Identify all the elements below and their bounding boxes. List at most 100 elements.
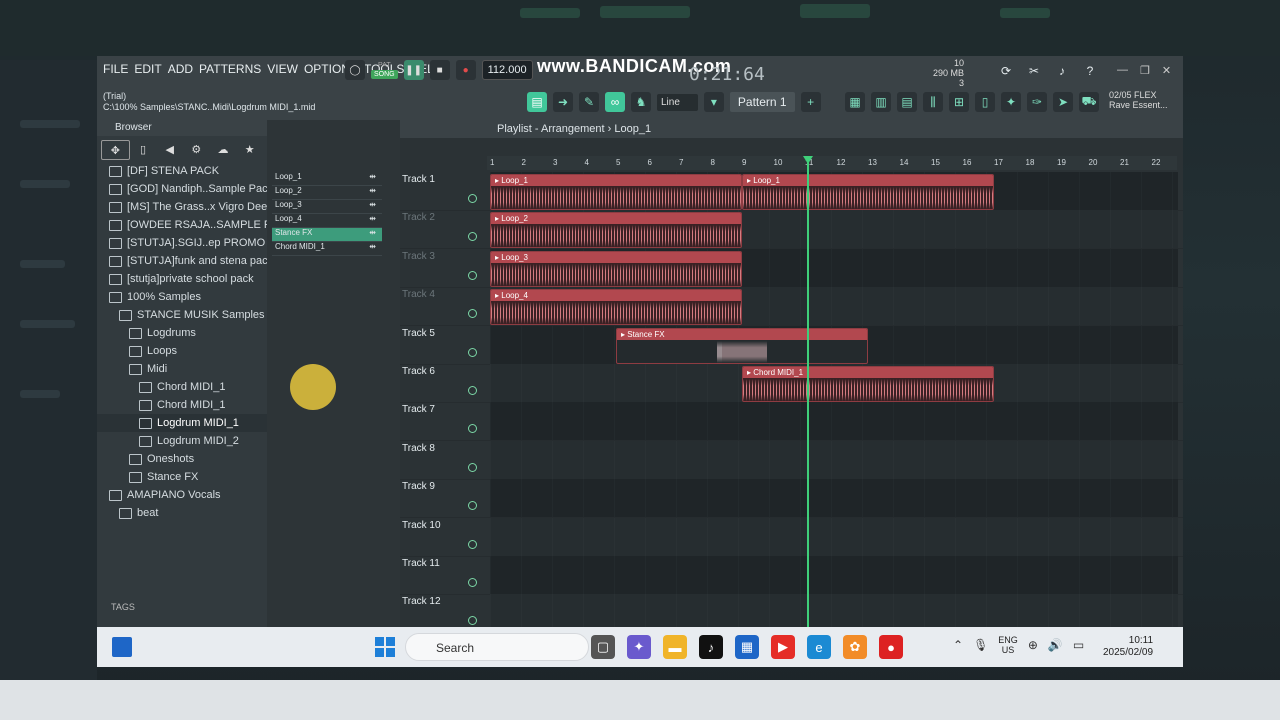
audio-clip[interactable]: ▸ Loop_2: [490, 212, 742, 249]
all-icon[interactable]: ✥: [101, 140, 130, 160]
browser-item[interactable]: Logdrum MIDI_2: [97, 432, 267, 450]
faders-icon[interactable]: ⫼: [923, 92, 943, 112]
channel-item[interactable]: Chord MIDI_1 ⇹: [272, 242, 382, 256]
snap-selector[interactable]: Line: [657, 93, 698, 111]
pause-button[interactable]: ❚❚: [403, 60, 424, 80]
track-grid[interactable]: ▸ Loop_4: [490, 287, 1178, 326]
pick-icon[interactable]: ✑: [1027, 92, 1047, 112]
track-mute-icon[interactable]: [468, 578, 477, 587]
browser-item[interactable]: [STUTJA].SGIJ..ep PROMO PACK: [97, 234, 267, 252]
minimize-icon[interactable]: —: [1117, 64, 1128, 77]
channel-item[interactable]: Loop_3 ⇹: [272, 200, 382, 214]
refresh-icon[interactable]: ⟳: [997, 62, 1015, 80]
browser-item[interactable]: Logdrums: [97, 324, 267, 342]
language-indicator[interactable]: ENG US: [998, 635, 1018, 655]
channel-route-icon[interactable]: ⇹: [369, 172, 376, 185]
star-icon[interactable]: ★: [236, 140, 263, 158]
track-grid[interactable]: [490, 594, 1178, 627]
tools-icon[interactable]: ✂: [1025, 62, 1043, 80]
pattern-selector[interactable]: Pattern 1: [729, 92, 795, 112]
record-button[interactable]: ●: [455, 60, 476, 80]
chevron-down-icon[interactable]: ▾: [703, 92, 724, 112]
cart-icon[interactable]: ⛟: [1079, 92, 1099, 112]
stamp-icon[interactable]: ♞: [631, 92, 651, 112]
browser-item[interactable]: Midi: [97, 360, 267, 378]
fl-studio-icon[interactable]: ✿: [843, 635, 867, 659]
link-icon[interactable]: ∞: [605, 92, 625, 112]
track-grid[interactable]: ▸ Loop_3: [490, 248, 1178, 287]
browser-item[interactable]: [stutja]private school pack: [97, 270, 267, 288]
copilot-icon[interactable]: ✦: [627, 635, 651, 659]
tiktok-icon[interactable]: ♪: [699, 635, 723, 659]
browser-item[interactable]: Chord MIDI_1: [97, 396, 267, 414]
audio-clip[interactable]: ▸ Loop_1: [490, 174, 742, 210]
track-grid[interactable]: [490, 479, 1178, 518]
audio-clip[interactable]: ▸ Loop_4: [490, 289, 742, 326]
track-mute-icon[interactable]: [468, 194, 477, 203]
file-icon[interactable]: ▯: [975, 92, 995, 112]
menu-edit[interactable]: EDIT: [134, 62, 161, 76]
start-icon[interactable]: [375, 637, 395, 657]
track-grid[interactable]: [490, 517, 1178, 556]
channel-item[interactable]: Loop_1 ⇹: [272, 172, 382, 186]
battery-icon[interactable]: ▭: [1073, 638, 1084, 652]
draw-icon[interactable]: ✎: [579, 92, 599, 112]
track-mute-icon[interactable]: [468, 347, 477, 357]
store-icon[interactable]: ▦: [735, 635, 759, 659]
track-name[interactable]: Track 5: [402, 328, 435, 339]
track-name[interactable]: Track 4: [402, 289, 435, 300]
track-name[interactable]: Track 3: [402, 251, 435, 262]
track-mute-icon[interactable]: [468, 539, 477, 549]
track-mute-icon[interactable]: [468, 501, 477, 511]
audio-clip[interactable]: ▸ Stance FX: [616, 327, 868, 364]
audio-clip[interactable]: ▸ Loop_3: [490, 250, 742, 287]
metronome-icon[interactable]: ◯: [345, 60, 365, 80]
track-mute-icon[interactable]: [468, 309, 477, 319]
chevron-up-icon[interactable]: ⌃: [953, 638, 963, 652]
browser-item[interactable]: Stance FX: [97, 468, 267, 486]
menu-view[interactable]: VIEW: [267, 62, 298, 76]
audio-clip[interactable]: ▸ Loop_1: [742, 174, 994, 210]
piano-roll-icon[interactable]: ▤: [897, 92, 917, 112]
menu-add[interactable]: ADD: [168, 62, 193, 76]
fish-icon[interactable]: ➤: [1053, 92, 1073, 112]
pat-song-toggle[interactable]: PAT SONG: [371, 61, 398, 79]
track-mute-icon[interactable]: [468, 270, 477, 280]
add-pattern-icon[interactable]: +: [800, 92, 821, 112]
browser-item[interactable]: Logdrum MIDI_1: [97, 414, 267, 432]
restore-icon[interactable]: ❐: [1140, 64, 1150, 77]
browser-item[interactable]: [DF] STENA PACK: [97, 162, 267, 180]
menu-patterns[interactable]: PATTERNS: [199, 62, 261, 76]
volume-icon[interactable]: 🔊: [1048, 638, 1063, 652]
track-mute-icon[interactable]: [468, 424, 477, 434]
browser-item[interactable]: Oneshots: [97, 450, 267, 468]
channel-route-icon[interactable]: ⇹: [369, 186, 376, 199]
browser-item[interactable]: [MS] The Grass..x Vigro Deep]: [97, 198, 267, 216]
channel-item[interactable]: Loop_2 ⇹: [272, 186, 382, 200]
track-name[interactable]: Track 10: [402, 520, 441, 531]
browser-item[interactable]: Loops: [97, 342, 267, 360]
channel-route-icon[interactable]: ⇹: [369, 228, 376, 241]
track-name[interactable]: Track 12: [402, 596, 441, 607]
track-name[interactable]: Track 8: [402, 443, 435, 454]
browser-item[interactable]: [OWDEE RSAJA..SAMPLE PACK: [97, 216, 267, 234]
stop-button[interactable]: ■: [429, 60, 450, 80]
arrow-right-icon[interactable]: ➜: [553, 92, 573, 112]
network-icon[interactable]: ⊕: [1028, 638, 1038, 652]
track-name[interactable]: Track 2: [402, 212, 435, 223]
widgets-icon[interactable]: [112, 637, 132, 657]
file-explorer-icon[interactable]: ▬: [663, 635, 687, 659]
track-mute-icon[interactable]: [468, 616, 477, 626]
tempo-field[interactable]: 112.000: [481, 60, 533, 80]
browser-item[interactable]: beat: [97, 504, 267, 522]
channel-route-icon[interactable]: ⇹: [369, 200, 376, 213]
menu-file[interactable]: FILE: [103, 62, 128, 76]
track-mute-icon[interactable]: [468, 386, 477, 395]
track-grid[interactable]: [490, 556, 1178, 594]
help-icon[interactable]: ?: [1081, 62, 1099, 80]
browser-item[interactable]: [GOD] Nandiph..Sample Pack: [97, 180, 267, 198]
browser-item[interactable]: AMAPIANO Vocals: [97, 486, 267, 504]
search-box[interactable]: Search: [405, 633, 589, 661]
cloud-icon[interactable]: ☁: [210, 140, 237, 158]
track-mute-icon[interactable]: [468, 232, 477, 242]
